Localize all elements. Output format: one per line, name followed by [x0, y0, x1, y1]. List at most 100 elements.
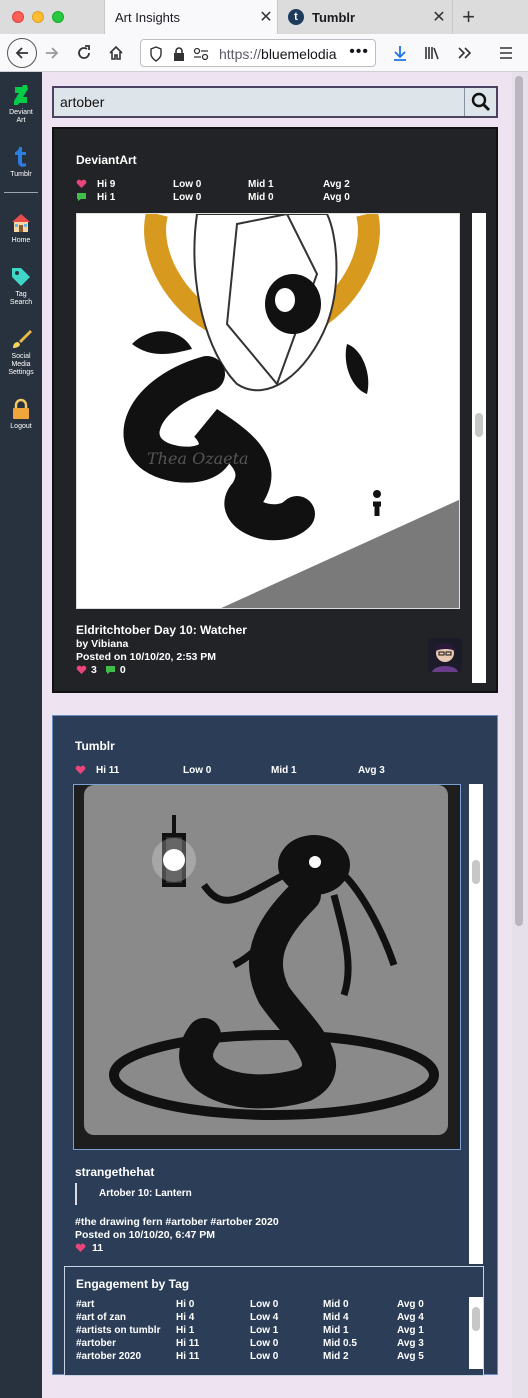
sidebar-item-logout[interactable]: Logout	[0, 398, 42, 431]
favorites-stats-row: Hi 9 Low 0 Mid 1 Avg 2	[76, 179, 456, 191]
sidebar-item-label: Art	[16, 117, 26, 124]
post-tags[interactable]: #the drawing fern #artober #artober 2020	[75, 1216, 279, 1228]
tumblr-post-image[interactable]	[73, 784, 461, 1150]
arrow-left-icon	[15, 47, 28, 59]
tag-table-scrollbar-thumb[interactable]	[472, 1307, 480, 1331]
heart-icon	[75, 765, 86, 778]
tag-avg: Avg 0	[397, 1299, 424, 1310]
card-title: DeviantArt	[76, 153, 137, 167]
sidebar-item-label: Tag	[15, 291, 27, 298]
avatar[interactable]	[428, 638, 462, 672]
page-scrollbar-thumb[interactable]	[515, 76, 523, 926]
notes-stats-row: Hi 11 Low 0 Mid 1 Avg 3	[75, 765, 455, 777]
tag-name[interactable]: #artists on tumblr	[76, 1325, 160, 1336]
app-sidebar: Deviant Art Tumblr Home Tag Search Socia…	[0, 72, 42, 1398]
home-icon	[12, 214, 30, 232]
new-tab-button[interactable]: +	[452, 0, 484, 34]
deviantart-card: DeviantArt Hi 9 Low 0 Mid 1 Avg 2 Hi 1 L…	[52, 127, 498, 693]
page-scrollbar[interactable]	[512, 72, 528, 1398]
browser-titlebar: Art Insights ✕ t Tumblr ✕ +	[0, 0, 528, 34]
library-button[interactable]	[418, 39, 446, 67]
tag-hi: Hi 4	[176, 1312, 195, 1323]
search-button[interactable]	[464, 88, 496, 116]
tag-low: Low 1	[250, 1325, 279, 1336]
tag-table-scrollbar[interactable]	[469, 1297, 483, 1369]
window-zoom-button[interactable]	[52, 11, 64, 23]
tag-name[interactable]: #artober 2020	[76, 1351, 141, 1362]
permissions-icon	[193, 47, 209, 61]
arrow-right-icon	[46, 47, 59, 59]
post-title[interactable]: Eldritchtober Day 10: Watcher	[76, 623, 247, 637]
sidebar-item-home[interactable]: Home	[0, 212, 42, 245]
post-author[interactable]: strangethehat	[75, 1165, 154, 1179]
tag-hi: Hi 11	[176, 1351, 200, 1362]
url-text[interactable]: https://bluemelodia	[219, 46, 343, 62]
tag-mid: Mid 4	[323, 1312, 349, 1323]
search-input[interactable]	[54, 88, 466, 116]
tab-tumblr[interactable]: t Tumblr ✕	[280, 0, 450, 34]
post-quote: Artober 10: Lantern	[75, 1183, 375, 1205]
forward-button[interactable]	[38, 39, 66, 67]
notes-hi: Hi 11	[96, 765, 120, 776]
post-counts: 3 0	[76, 664, 126, 676]
notes-low: Low 0	[183, 765, 212, 776]
chevron-double-right-icon	[458, 47, 472, 59]
menu-button[interactable]	[492, 39, 520, 67]
post-scrollbar-thumb[interactable]	[472, 860, 480, 884]
table-row: #art Hi 0 Low 0 Mid 0 Avg 0	[76, 1299, 456, 1312]
page-actions-icon[interactable]: •••	[349, 43, 369, 61]
post-scrollbar[interactable]	[472, 213, 486, 683]
overflow-button[interactable]	[450, 39, 478, 67]
notes-mid: Mid 1	[271, 765, 297, 776]
table-row: #art of zan Hi 4 Low 4 Mid 4 Avg 4	[76, 1312, 456, 1325]
post-date: Posted on 10/10/20, 2:53 PM	[76, 651, 217, 663]
tab-label: Art Insights	[115, 9, 181, 25]
downloads-button[interactable]	[386, 39, 414, 67]
tag-name[interactable]: #art	[76, 1299, 94, 1310]
reload-button[interactable]	[70, 39, 98, 67]
comment-icon	[105, 666, 115, 674]
tag-mid: Mid 0	[323, 1299, 349, 1310]
post-scrollbar[interactable]	[469, 784, 483, 1264]
comment-hi: Hi 1	[97, 192, 116, 203]
heart-icon	[76, 179, 87, 192]
comment-avg: Avg 0	[323, 192, 350, 203]
tag-low: Low 0	[250, 1338, 279, 1349]
tag-name[interactable]: #art of zan	[76, 1312, 126, 1323]
tag-low: Low 0	[250, 1351, 279, 1362]
tab-close-icon[interactable]: ✕	[428, 7, 450, 27]
lock-icon	[13, 398, 29, 419]
sidebar-item-label: Social	[11, 353, 31, 360]
sidebar-item-label: Home	[11, 237, 31, 244]
tab-close-icon[interactable]: ✕	[255, 7, 277, 27]
comment-low: Low 0	[173, 192, 202, 203]
sidebar-divider	[4, 192, 38, 193]
url-bar[interactable]: https://bluemelodia •••	[140, 39, 376, 67]
tag-name[interactable]: #artober	[76, 1338, 116, 1349]
tag-hi: Hi 11	[176, 1338, 200, 1349]
tag-hi: Hi 0	[176, 1299, 195, 1310]
hamburger-icon	[500, 47, 512, 59]
deviantart-icon	[14, 85, 28, 105]
sidebar-item-social-media-settings[interactable]: Social Media Settings	[0, 328, 42, 377]
tag-mid: Mid 1	[323, 1325, 349, 1336]
sidebar-item-tag-search[interactable]: Tag Search	[0, 266, 42, 307]
tag-hi: Hi 1	[176, 1325, 195, 1336]
tag-mid: Mid 0.5	[323, 1338, 357, 1349]
deviation-image[interactable]: Thea Ozaeta	[76, 213, 460, 609]
window-minimize-button[interactable]	[32, 11, 44, 23]
post-author[interactable]: by Vibiana	[76, 638, 128, 650]
sidebar-item-tumblr[interactable]: Tumblr	[0, 146, 42, 179]
post-scrollbar-thumb[interactable]	[475, 413, 483, 437]
sidebar-item-deviantart[interactable]: Deviant Art	[0, 84, 42, 125]
fav-low: Low 0	[173, 179, 202, 190]
tab-art-insights[interactable]: Art Insights ✕	[104, 0, 278, 34]
tag-avg: Avg 3	[397, 1338, 424, 1349]
home-button[interactable]	[102, 39, 130, 67]
comment-mid: Mid 0	[248, 192, 274, 203]
tumblr-card: Tumblr Hi 11 Low 0 Mid 1 Avg 3 strangeth…	[52, 715, 498, 1376]
note-count: 11	[92, 1242, 104, 1254]
artist-signature: Thea Ozaeta	[147, 449, 249, 468]
back-button[interactable]	[7, 38, 37, 68]
window-close-button[interactable]	[12, 11, 24, 23]
